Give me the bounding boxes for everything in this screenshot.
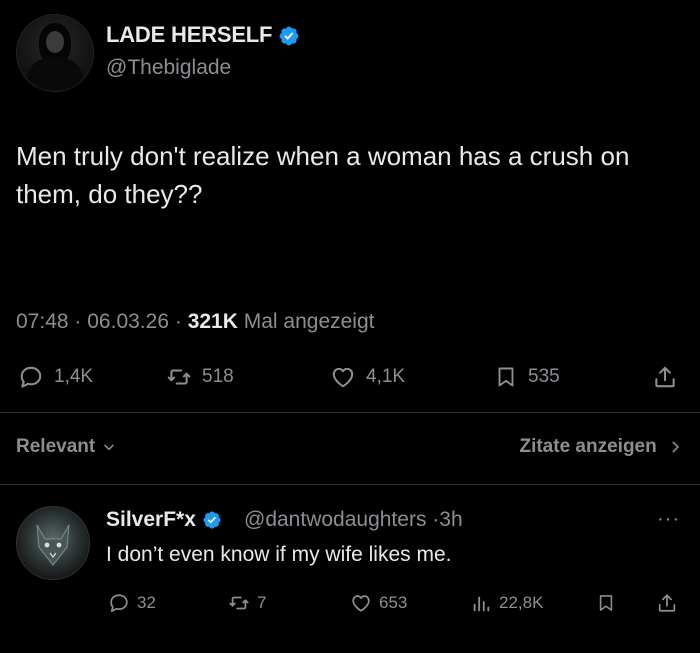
- reply-share-button[interactable]: [656, 592, 685, 614]
- tweet-meta: 07:48 · 06.03.26 · 321K Mal angezeigt: [16, 310, 374, 334]
- relevance-dropdown[interactable]: Relevant: [16, 436, 116, 458]
- reply-author-name-row[interactable]: SilverF*x: [106, 508, 222, 532]
- reply-age[interactable]: 3h: [439, 508, 462, 531]
- reply-like-button[interactable]: 653: [350, 592, 407, 614]
- more-options-button[interactable]: ···: [657, 508, 680, 531]
- divider: [0, 412, 700, 413]
- tweet-text: Men truly don't realize when a woman has…: [16, 141, 630, 209]
- show-quotes-link[interactable]: Zitate anzeigen: [519, 436, 682, 458]
- reply-views-button[interactable]: 22,8K: [470, 592, 543, 614]
- view-count: 321K: [187, 310, 238, 333]
- tweet-date[interactable]: 06.03.26: [87, 310, 169, 333]
- chevron-right-icon: [672, 441, 679, 453]
- reply-repost-button[interactable]: 7: [228, 592, 266, 614]
- bookmark-icon: [599, 595, 613, 611]
- share-icon: [658, 594, 676, 612]
- reply-bookmark-button[interactable]: [596, 592, 623, 614]
- verified-badge-icon: [279, 26, 299, 46]
- chevron-down-icon: [104, 444, 115, 451]
- repost-icon: [229, 596, 249, 610]
- reply-icon: [20, 366, 42, 388]
- share-icon: [655, 366, 675, 388]
- author-avatar[interactable]: [16, 14, 94, 92]
- repost-icon: [167, 369, 191, 385]
- views-icon: [473, 596, 490, 612]
- reply-views-count: 22,8K: [499, 593, 544, 612]
- reply-author-handle[interactable]: @dantwodaughters: [244, 508, 426, 531]
- author-name-row[interactable]: LADE HERSELF: [106, 22, 300, 48]
- relevance-label: Relevant: [16, 436, 96, 457]
- reply-author-avatar[interactable]: [16, 506, 90, 580]
- bookmark-count: 535: [528, 366, 560, 387]
- like-count: 4,1K: [366, 366, 406, 387]
- reply-count: 1,4K: [54, 366, 94, 387]
- like-icon: [352, 595, 370, 612]
- meta-separator: ·: [174, 310, 182, 333]
- show-quotes-label: Zitate anzeigen: [519, 436, 657, 457]
- author-handle[interactable]: @Thebiglade: [106, 56, 231, 80]
- bookmark-icon: [498, 367, 514, 387]
- verified-badge-icon: [203, 511, 221, 529]
- divider: [0, 484, 700, 485]
- reply-like-count: 653: [379, 593, 408, 612]
- reply-handle-row: @dantwodaughters ·3h: [244, 508, 463, 532]
- reply-reply-button[interactable]: 32: [108, 592, 156, 614]
- bookmark-button[interactable]: 535: [494, 364, 560, 390]
- reply-text: I don’t even know if my wife likes me.: [106, 543, 452, 566]
- reply-icon: [110, 594, 128, 612]
- reply-button[interactable]: 1,4K: [18, 364, 93, 390]
- author-name[interactable]: LADE HERSELF: [106, 22, 272, 47]
- like-button[interactable]: 4,1K: [330, 364, 405, 390]
- repost-button[interactable]: 518: [166, 364, 234, 390]
- share-button[interactable]: [652, 364, 688, 390]
- reply-repost-count: 7: [257, 593, 267, 612]
- reply-author-name[interactable]: SilverF*x: [106, 508, 196, 531]
- meta-separator: ·: [74, 310, 82, 333]
- like-icon: [332, 367, 354, 388]
- tweet-time[interactable]: 07:48: [16, 310, 69, 333]
- reply-reply-count: 32: [137, 593, 156, 612]
- view-count-label: Mal angezeigt: [243, 310, 375, 333]
- fox-avatar-image: [36, 524, 70, 566]
- repost-count: 518: [202, 366, 234, 387]
